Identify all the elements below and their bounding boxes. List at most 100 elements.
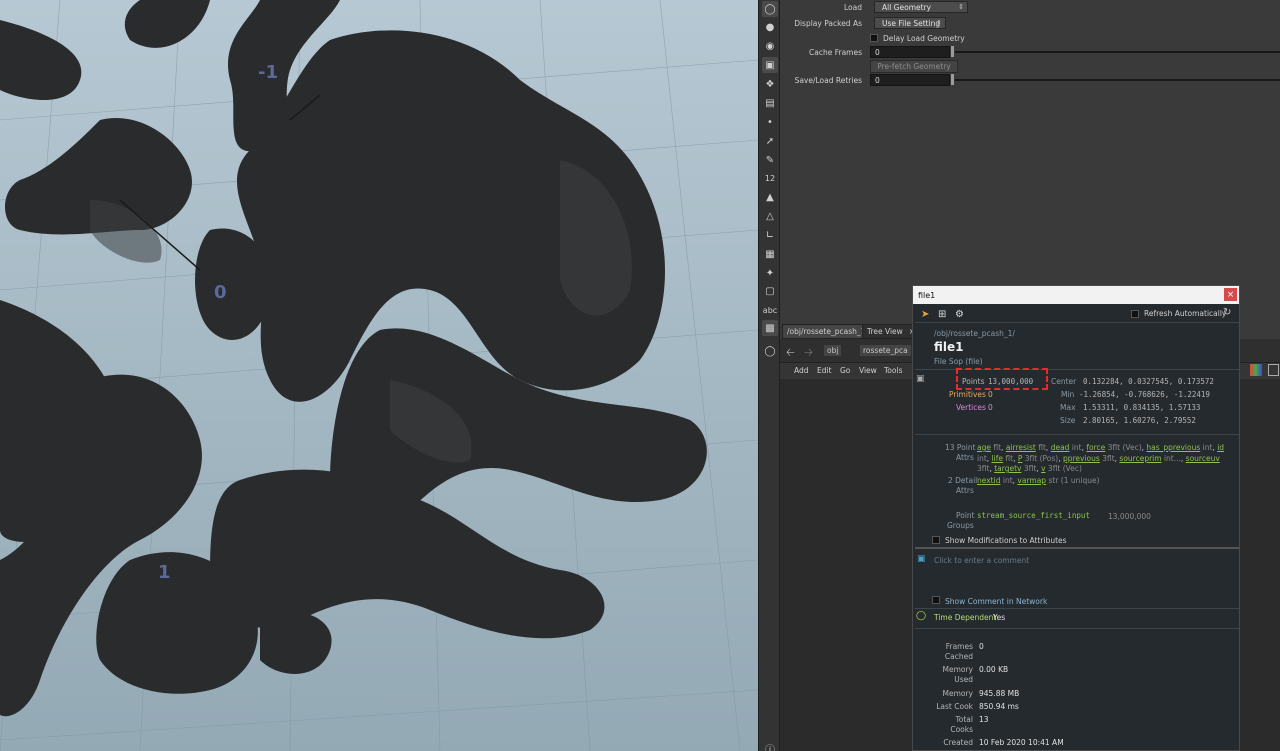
detail-attrs-label: Attrs (956, 486, 974, 495)
display-packed-label: Display Packed As (794, 19, 862, 28)
save-load-retries-slider-thumb[interactable] (951, 74, 954, 85)
bounding-box-icon[interactable]: ▦ (762, 246, 778, 262)
delay-load-label: Delay Load Geometry (883, 34, 965, 43)
grid-layout-icon[interactable] (1268, 364, 1279, 376)
point-group-name[interactable]: stream_source_first_input (977, 511, 1090, 520)
attr-v[interactable]: v (1041, 464, 1045, 473)
memory-used-label-2: Used (954, 675, 973, 684)
light-bulb-icon[interactable]: ● (762, 19, 778, 35)
scene-viewport[interactable]: -1 0 1 (0, 0, 758, 751)
attr-type: flt (1005, 453, 1014, 463)
text-labels-icon[interactable]: abc (762, 302, 778, 318)
chevron-updown-icon: ⇕ (958, 3, 964, 11)
attr-p[interactable]: P (1018, 454, 1023, 463)
comment-icon: ▣ (917, 554, 926, 564)
cache-frames-slider-thumb[interactable] (951, 46, 954, 57)
normals-icon[interactable]: ∟ (762, 227, 778, 243)
delay-load-checkbox[interactable] (870, 34, 878, 42)
attr-targetv[interactable]: targetv (994, 464, 1021, 473)
attr-type: str (1 unique) (1048, 476, 1100, 485)
info-title-bar[interactable]: file1 × (913, 286, 1239, 304)
bounds-min-label: Min (1061, 390, 1075, 399)
attr-sourceprim[interactable]: sourceprim (1119, 454, 1161, 463)
close-icon[interactable]: × (1224, 288, 1237, 301)
refresh-icon[interactable]: ↻ (1223, 307, 1231, 318)
show-comment-label: Show Comment in Network (945, 597, 1048, 606)
show-comment-checkbox[interactable] (932, 596, 940, 604)
debug-icon[interactable]: ⚙ (955, 309, 964, 320)
load-menu[interactable]: All Geometry ⇕ (874, 1, 968, 13)
edge-icon[interactable]: ➚ (762, 133, 778, 149)
attr-life[interactable]: life (992, 454, 1003, 463)
attr-type: 3flt (1102, 453, 1115, 463)
attr-nextid[interactable]: nextid (977, 476, 1000, 485)
light-bulb-alt-icon[interactable]: ◉ (762, 38, 778, 54)
save-load-retries-field[interactable]: 0 (870, 74, 950, 86)
attr-force[interactable]: force (1086, 443, 1105, 452)
total-cooks-label-2: Cooks (950, 725, 973, 734)
comment-field[interactable]: Click to enter a comment (934, 556, 1029, 565)
display-mode-icon[interactable]: ▢ (762, 283, 778, 299)
display-packed-value: Use File Setting (882, 18, 941, 28)
attr-sourceuv[interactable]: sourceuv (1186, 454, 1220, 463)
cache-frames-field[interactable]: 0 (870, 46, 950, 58)
attr-has-pprevious[interactable]: has_pprevious (1146, 443, 1200, 452)
menu-tools[interactable]: Tools (884, 366, 902, 375)
light-icon[interactable]: ◯ (762, 343, 778, 359)
time-dependent-value: Yes (993, 613, 1006, 622)
cache-frames-slider[interactable] (955, 51, 1280, 53)
attr-type: int (1002, 476, 1013, 485)
points-highlight-box (956, 368, 1048, 390)
attr-dead[interactable]: dead (1051, 443, 1070, 452)
primitive-numbers-icon[interactable]: △ (762, 208, 778, 224)
attr-age[interactable]: age (977, 443, 991, 452)
node-type: File Sop (file) (934, 357, 983, 366)
particle-geometry (0, 0, 707, 717)
attr-airresist[interactable]: airresist (1006, 443, 1036, 452)
bounds-size-label: Size (1060, 416, 1076, 425)
primitive-icon[interactable]: ▲ (762, 189, 778, 205)
handles-icon[interactable]: ✦ (762, 265, 778, 281)
refresh-checkbox[interactable] (1131, 310, 1139, 318)
axis-label-zero: 0 (214, 282, 227, 303)
show-mods-checkbox[interactable] (932, 536, 940, 544)
point-numbers-icon[interactable]: 12 (762, 170, 778, 186)
brush-icon[interactable]: ✎ (762, 152, 778, 168)
divider (915, 322, 1239, 323)
menu-add[interactable]: Add (794, 366, 809, 375)
menu-edit[interactable]: Edit (817, 366, 832, 375)
transform-icon[interactable]: ❖ (762, 76, 778, 92)
help-icon[interactable]: ⓘ (762, 740, 778, 751)
path-item-node[interactable]: rossete_pca (860, 345, 911, 356)
attr-type: flt (1038, 443, 1046, 452)
add-icon[interactable]: ⊞ (938, 309, 946, 320)
path-item-obj[interactable]: obj (824, 345, 842, 356)
bounds-center-values: 0.132284, 0.0327545, 0.173572 (1083, 377, 1214, 386)
memory-value: 945.88 MB (979, 689, 1020, 698)
background-image-icon[interactable]: ▩ (762, 320, 778, 336)
attr-varmap[interactable]: varmap (1017, 476, 1046, 485)
attr-pprevious[interactable]: pprevious (1063, 454, 1100, 463)
chevron-updown-icon: ⇕ (936, 19, 942, 27)
pin-icon[interactable]: ➤ (921, 309, 929, 320)
color-palette-icon[interactable] (1250, 364, 1262, 376)
viewport-toolbar: ◯ ● ◉ ▣ ❖ ▤ • ➚ ✎ 12 ▲ △ ∟ ▦ ✦ ▢ abc ▩ ◯… (758, 0, 780, 751)
prefetch-button[interactable]: Pre-fetch Geometry (870, 60, 958, 73)
attr-type: 3flt (Vec) (1047, 464, 1082, 473)
back-arrow-icon[interactable]: 🡠 (786, 344, 795, 363)
houdini-window: -1 0 1 ◯ ● ◉ ▣ ❖ ▤ • ➚ ✎ 12 ▲ △ ∟ ▦ ✦ ▢ … (0, 0, 1280, 751)
menu-go[interactable]: Go (840, 366, 850, 375)
display-packed-menu[interactable]: Use File Setting ⇕ (874, 17, 946, 29)
point-icon[interactable]: • (762, 114, 778, 130)
menu-view[interactable]: View (859, 366, 877, 375)
time-dependent-icon: ◯ (916, 611, 927, 621)
forward-arrow-icon[interactable]: 🡢 (804, 344, 813, 363)
detail-attrs-count: 2 Detail (948, 476, 978, 485)
save-load-retries-slider[interactable] (955, 79, 1280, 81)
snap-icon[interactable]: ▤ (762, 95, 778, 111)
camera-icon[interactable]: ▣ (762, 57, 778, 73)
parameter-panel: Load All Geometry ⇕ Display Packed As Us… (780, 0, 1280, 322)
attr-id[interactable]: id (1217, 443, 1224, 452)
select-tool-icon[interactable]: ◯ (762, 1, 778, 17)
geometry-icon: ▣ (916, 374, 925, 384)
